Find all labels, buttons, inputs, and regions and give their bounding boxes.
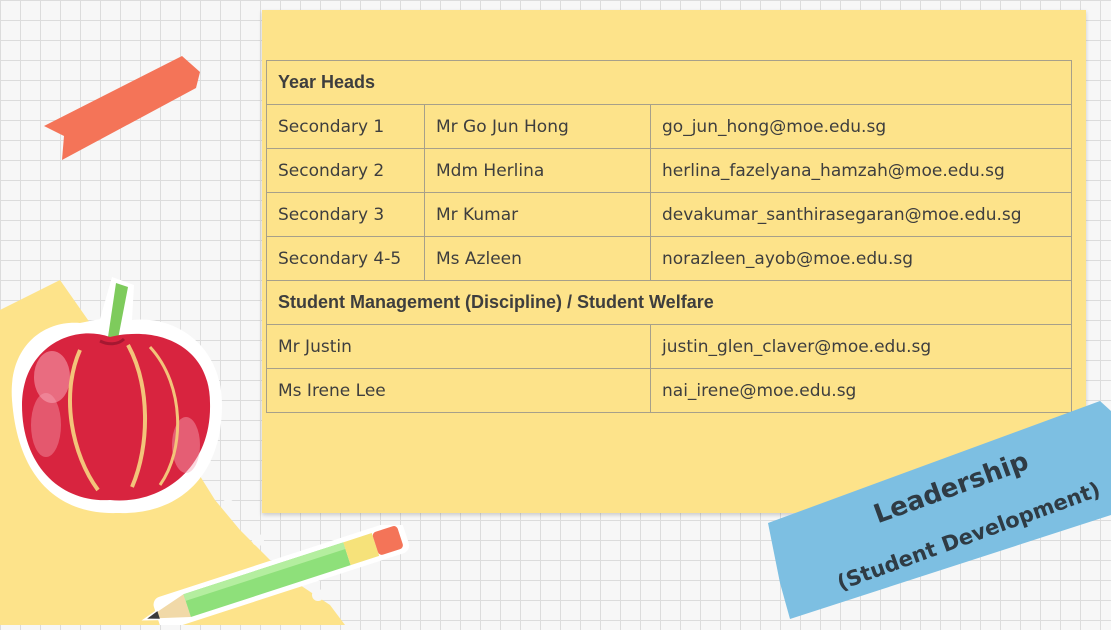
contacts-table: Year Heads Secondary 1 Mr Go Jun Hong go… bbox=[266, 60, 1072, 413]
name-cell: Ms Irene Lee bbox=[266, 368, 651, 413]
email-cell: herlina_fazelyana_hamzah@moe.edu.sg bbox=[650, 148, 1072, 193]
section-title-year-heads: Year Heads bbox=[266, 60, 1072, 105]
table-row: Mr Justin justin_glen_claver@moe.edu.sg bbox=[266, 324, 1072, 369]
level-cell: Secondary 1 bbox=[266, 104, 425, 149]
apple-icon bbox=[11, 277, 223, 514]
level-cell: Secondary 4-5 bbox=[266, 236, 425, 281]
name-cell: Mr Go Jun Hong bbox=[424, 104, 651, 149]
name-cell: Ms Azleen bbox=[424, 236, 651, 281]
blue-ribbon-banner bbox=[768, 401, 1111, 619]
email-cell: justin_glen_claver@moe.edu.sg bbox=[650, 324, 1072, 369]
table-row: Secondary 2 Mdm Herlina herlina_fazelyan… bbox=[266, 148, 1072, 193]
name-cell: Mr Justin bbox=[266, 324, 651, 369]
email-cell: norazleen_ayob@moe.edu.sg bbox=[650, 236, 1072, 281]
name-cell: Mdm Herlina bbox=[424, 148, 651, 193]
table-row: Secondary 3 Mr Kumar devakumar_santhiras… bbox=[266, 192, 1072, 237]
table-row: Secondary 1 Mr Go Jun Hong go_jun_hong@m… bbox=[266, 104, 1072, 149]
section-title-student-management: Student Management (Discipline) / Studen… bbox=[266, 280, 1072, 325]
email-cell: go_jun_hong@moe.edu.sg bbox=[650, 104, 1072, 149]
red-ribbon-icon bbox=[44, 56, 200, 160]
section-header-row: Student Management (Discipline) / Studen… bbox=[266, 280, 1072, 325]
level-cell: Secondary 3 bbox=[266, 192, 425, 237]
level-cell: Secondary 2 bbox=[266, 148, 425, 193]
name-cell: Mr Kumar bbox=[424, 192, 651, 237]
section-header-row: Year Heads bbox=[266, 60, 1072, 105]
email-cell: devakumar_santhirasegaran@moe.edu.sg bbox=[650, 192, 1072, 237]
pencil-icon bbox=[141, 525, 410, 625]
table-row: Secondary 4-5 Ms Azleen norazleen_ayob@m… bbox=[266, 236, 1072, 281]
